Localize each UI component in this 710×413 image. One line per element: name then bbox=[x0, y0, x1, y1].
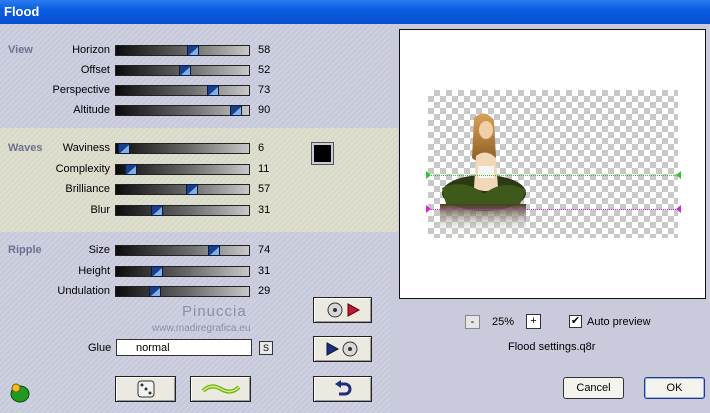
slider-value-perspective: 73 bbox=[258, 84, 271, 96]
slider-label-blur: Blur bbox=[90, 204, 110, 216]
slider-label-brilliance: Brilliance bbox=[65, 183, 110, 195]
slider-undulation[interactable] bbox=[115, 286, 250, 297]
slider-label-undulation: Undulation bbox=[57, 285, 110, 297]
zoom-out-button[interactable]: - bbox=[465, 315, 480, 329]
slider-size[interactable] bbox=[115, 245, 250, 256]
slider-label-waviness: Waviness bbox=[62, 142, 110, 154]
slider-label-altitude: Altitude bbox=[73, 104, 110, 116]
slider-thumb-perspective[interactable] bbox=[207, 85, 220, 96]
slider-value-offset: 52 bbox=[258, 64, 271, 76]
wave-icon bbox=[201, 384, 240, 394]
save-preset-button[interactable] bbox=[313, 336, 372, 362]
slider-label-offset: Offset bbox=[80, 64, 110, 76]
auto-preview-label: Auto preview bbox=[587, 316, 651, 328]
slider-value-altitude: 90 bbox=[258, 104, 271, 116]
horizon-left-marker[interactable] bbox=[426, 171, 431, 179]
slider-thumb-size[interactable] bbox=[208, 245, 221, 256]
slider-value-blur: 31 bbox=[258, 204, 271, 216]
slider-perspective[interactable] bbox=[115, 85, 250, 96]
arrow-disc-icon bbox=[326, 341, 357, 357]
auto-preview-checkbox[interactable]: ✔ bbox=[569, 315, 582, 328]
load-preset-button[interactable] bbox=[313, 297, 372, 323]
slider-label-perspective: Perspective bbox=[52, 84, 110, 96]
slider-thumb-blur[interactable] bbox=[151, 205, 164, 216]
cancel-button[interactable]: Cancel bbox=[563, 377, 624, 399]
slider-thumb-brilliance[interactable] bbox=[185, 184, 198, 195]
dice-icon bbox=[137, 380, 154, 398]
slider-value-horizon: 58 bbox=[258, 44, 271, 56]
slider-height[interactable] bbox=[115, 266, 250, 277]
slider-label-horizon: Horizon bbox=[72, 44, 110, 56]
slider-label-height: Height bbox=[78, 265, 110, 277]
preview-image bbox=[434, 108, 529, 238]
slider-waviness[interactable] bbox=[115, 143, 250, 154]
horizon-guide bbox=[428, 175, 678, 176]
glue-select[interactable]: normal bbox=[116, 339, 252, 356]
preview-pane[interactable] bbox=[399, 29, 706, 299]
slider-thumb-altitude[interactable] bbox=[229, 105, 242, 116]
glue-label: Glue bbox=[88, 342, 112, 354]
altitude-guide bbox=[428, 209, 678, 210]
slider-value-size: 74 bbox=[258, 244, 271, 256]
slider-offset[interactable] bbox=[115, 65, 250, 76]
slider-thumb-horizon[interactable] bbox=[187, 45, 200, 56]
slider-thumb-waviness[interactable] bbox=[117, 143, 130, 154]
slider-complexity[interactable] bbox=[115, 164, 250, 175]
waves-color-swatch[interactable] bbox=[311, 142, 334, 165]
slider-value-undulation: 29 bbox=[258, 285, 271, 297]
slider-thumb-height[interactable] bbox=[151, 266, 164, 277]
window-title: Flood bbox=[0, 0, 710, 24]
ok-button[interactable]: OK bbox=[644, 377, 705, 399]
horizon-right-marker[interactable] bbox=[676, 171, 681, 179]
settings-filename: Flood settings.q8r bbox=[508, 341, 596, 353]
slider-blur[interactable] bbox=[115, 205, 250, 216]
altitude-left-marker[interactable] bbox=[426, 205, 431, 213]
watermark-url: www.madiregrafica.eu bbox=[152, 323, 251, 334]
randomize-button[interactable] bbox=[115, 376, 176, 402]
zoom-level: 25% bbox=[492, 316, 515, 328]
slider-brilliance[interactable] bbox=[115, 184, 250, 195]
disc-arrow-icon bbox=[327, 302, 360, 318]
filter-logo-icon bbox=[8, 380, 32, 404]
glue-s-button[interactable]: S bbox=[259, 341, 273, 355]
reset-button[interactable] bbox=[190, 376, 251, 402]
slider-label-size: Size bbox=[88, 244, 110, 256]
watermark-name: Pinuccia bbox=[182, 303, 247, 320]
slider-thumb-offset[interactable] bbox=[179, 65, 192, 76]
slider-value-brilliance: 57 bbox=[258, 183, 271, 195]
altitude-right-marker[interactable] bbox=[676, 205, 681, 213]
slider-altitude[interactable] bbox=[115, 105, 250, 116]
slider-value-complexity: 11 bbox=[258, 163, 270, 175]
slider-horizon[interactable] bbox=[115, 45, 250, 56]
slider-value-waviness: 6 bbox=[258, 142, 265, 154]
slider-thumb-undulation[interactable] bbox=[148, 286, 161, 297]
slider-label-complexity: Complexity bbox=[55, 163, 110, 175]
slider-thumb-complexity[interactable] bbox=[124, 164, 137, 175]
undo-button[interactable] bbox=[313, 376, 372, 402]
zoom-in-button[interactable]: + bbox=[526, 314, 541, 329]
undo-arrow-icon bbox=[334, 380, 351, 396]
flood-dialog: Flood View Waves Ripple Horizon 58 Offset 5… bbox=[0, 0, 710, 413]
slider-value-height: 31 bbox=[258, 265, 271, 277]
